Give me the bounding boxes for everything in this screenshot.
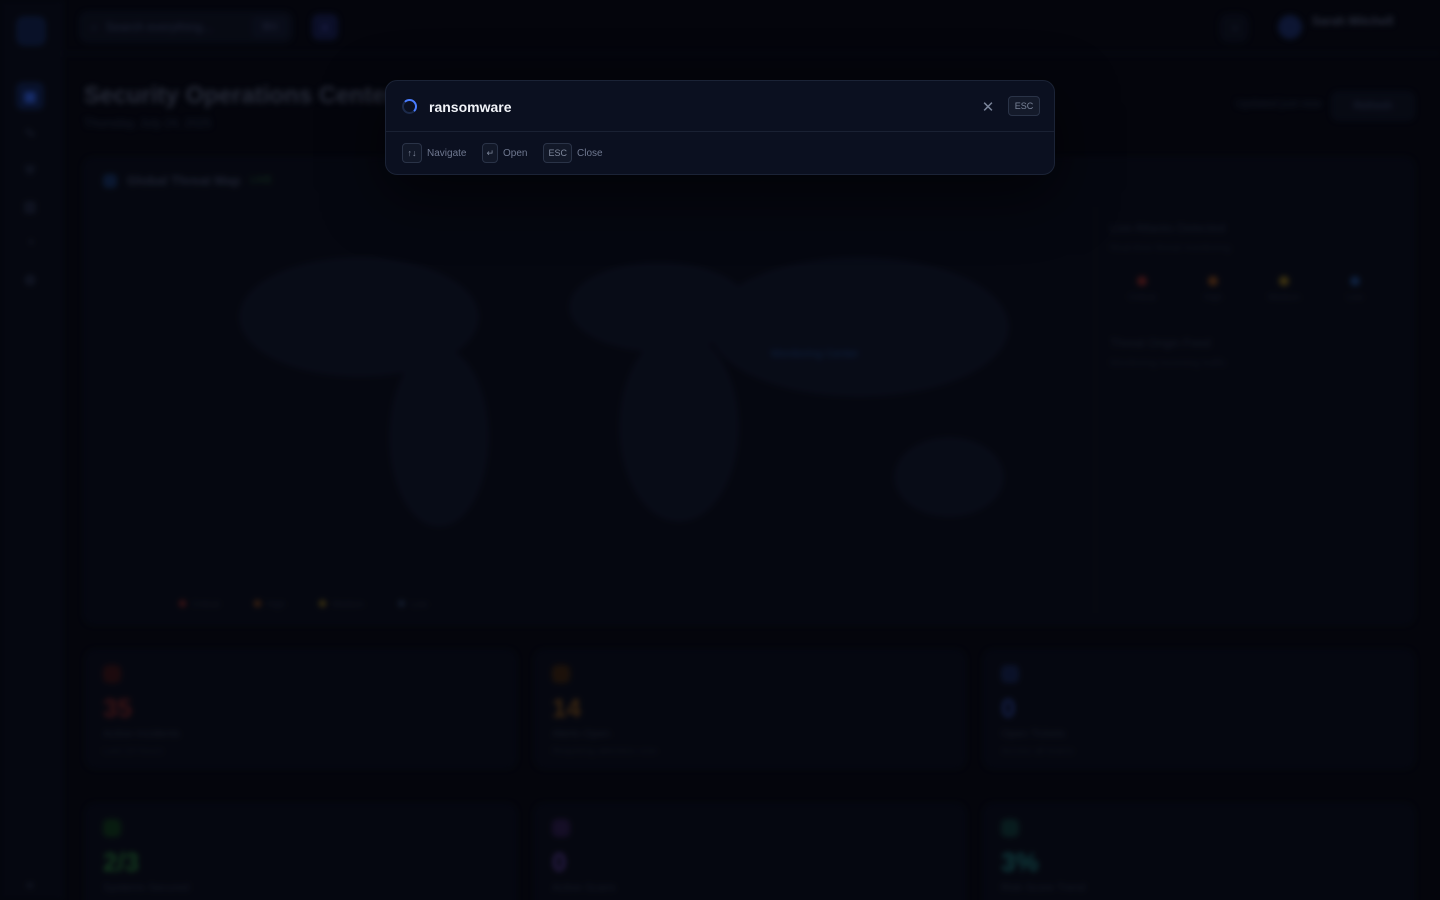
esc-key-icon: ESC [543, 143, 572, 163]
hint-navigate: ↑↓ Navigate [402, 143, 466, 163]
enter-key-icon: ↵ [482, 143, 499, 163]
arrow-keys-icon: ↑↓ [402, 143, 422, 163]
esc-key-badge[interactable]: ESC [1008, 96, 1040, 116]
hint-open: ↵ Open [482, 143, 527, 163]
close-icon: ✕ [981, 99, 995, 116]
palette-search-input[interactable] [429, 94, 969, 120]
command-palette: ✕ ESC ↑↓ Navigate ↵ Open ESC Close [385, 80, 1055, 175]
loading-spinner-icon [402, 99, 417, 114]
hint-close: ESC Close [543, 143, 603, 163]
clear-search-button[interactable]: ✕ [978, 97, 998, 117]
palette-search-row: ✕ ESC [386, 81, 1054, 132]
hint-label: Open [503, 147, 528, 159]
hint-label: Close [577, 147, 603, 159]
hint-label: Navigate [427, 147, 467, 159]
palette-footer-hints: ↑↓ Navigate ↵ Open ESC Close [402, 143, 619, 163]
